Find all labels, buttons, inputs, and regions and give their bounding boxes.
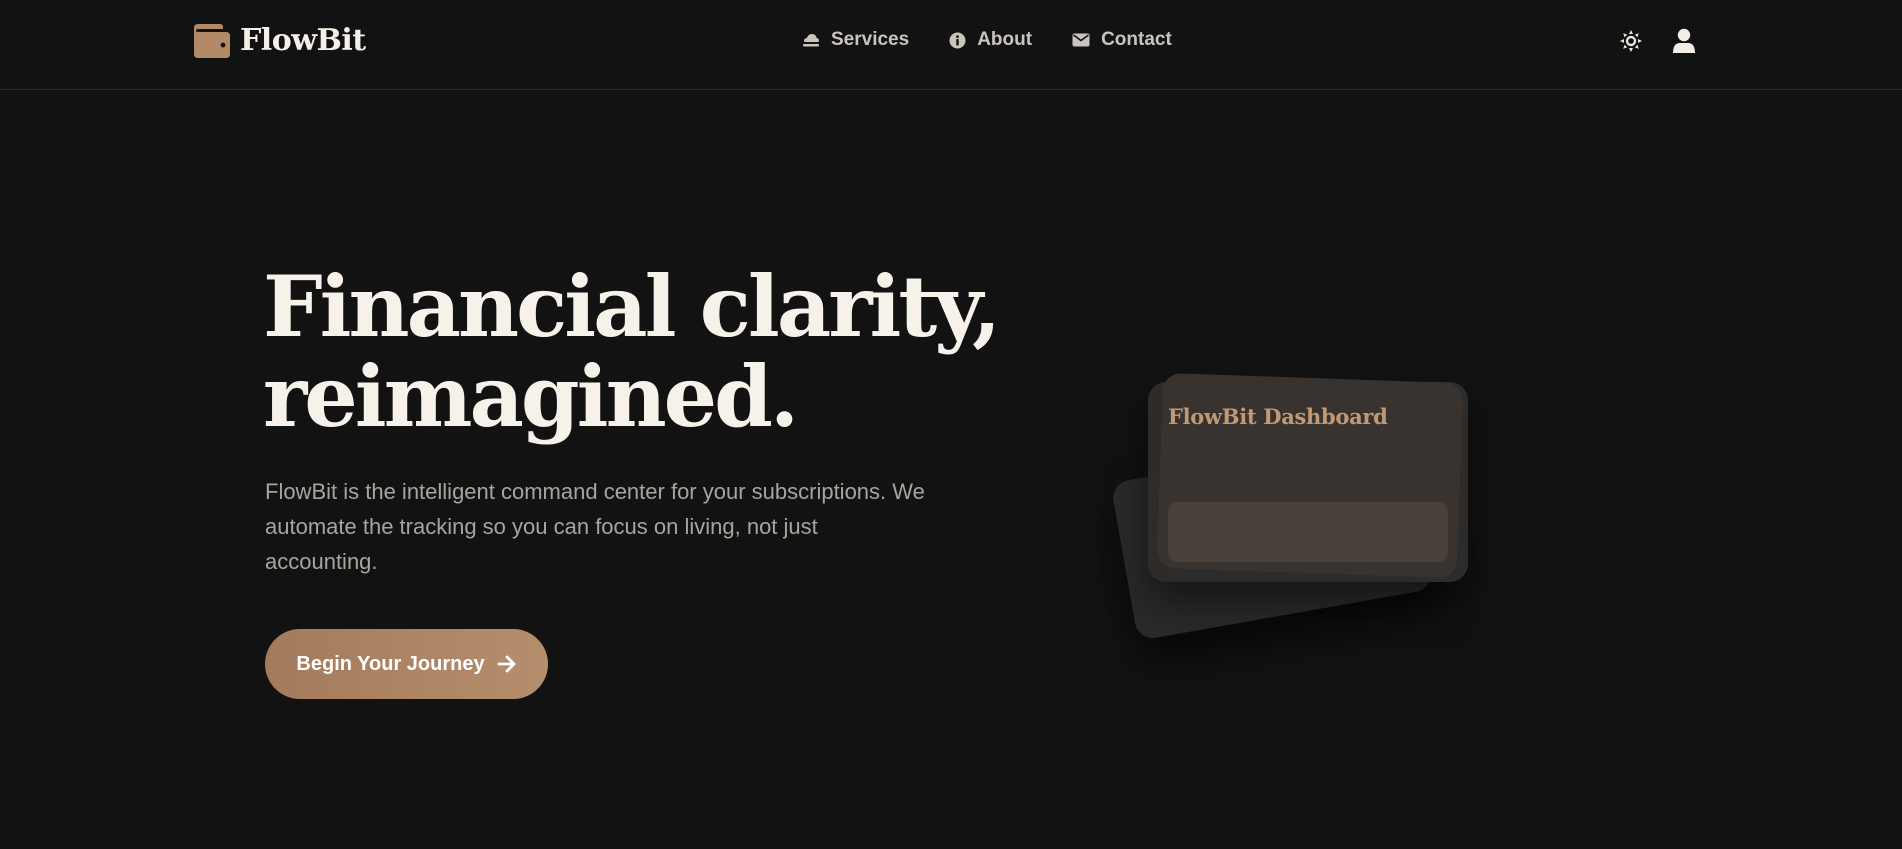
- user-icon[interactable]: [1672, 28, 1696, 54]
- nav-item-about[interactable]: About: [949, 29, 1032, 51]
- dashboard-card-bar: [1168, 502, 1448, 562]
- hero-title: Financial clarity, reimagined.: [263, 262, 1023, 442]
- hero-description: FlowBit is the intelligent command cente…: [265, 479, 925, 574]
- brand-logo[interactable]: FlowBit: [190, 22, 366, 58]
- wallet-icon: [194, 24, 230, 58]
- site-header: FlowBit Services About Contact: [0, 0, 1902, 90]
- cloud-upload-icon: [803, 34, 819, 47]
- nav-label-services: Services: [831, 29, 910, 50]
- hero-title-line-1: Financial clarity,: [263, 257, 1001, 356]
- header-actions: [1620, 26, 1696, 56]
- nav-label-about: About: [977, 29, 1033, 50]
- sun-icon[interactable]: [1620, 30, 1642, 52]
- nav-item-contact[interactable]: Contact: [1072, 29, 1172, 51]
- hero-title-line-2: reimagined.: [263, 347, 799, 446]
- dashboard-card-title: FlowBit Dashboard: [1168, 404, 1388, 429]
- brand-name: FlowBit: [240, 22, 366, 58]
- dashboard-illustration: FlowBit Dashboard: [1110, 370, 1500, 660]
- arrow-right-icon: [497, 655, 515, 673]
- main-nav: Services About Contact: [802, 27, 1172, 53]
- nav-label-contact: Contact: [1101, 29, 1172, 50]
- nav-item-services[interactable]: Services: [802, 29, 909, 51]
- envelope-icon: [1072, 33, 1090, 47]
- info-circle-icon: [949, 32, 966, 48]
- begin-journey-button[interactable]: Begin Your Journey: [265, 629, 548, 699]
- cta-label: Begin Your Journey: [296, 652, 485, 675]
